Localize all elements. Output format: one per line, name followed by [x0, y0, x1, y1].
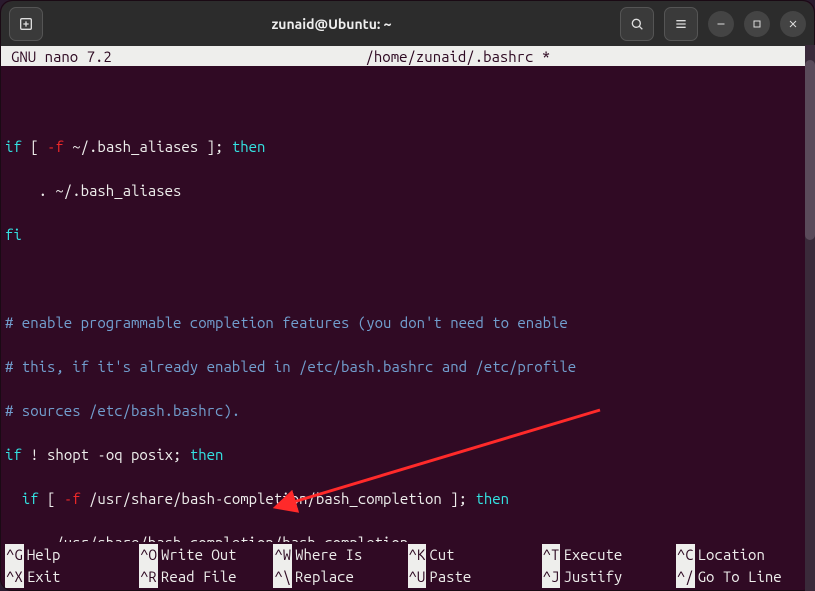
shortcut-paste: ^U Paste [408, 566, 542, 588]
nano-shortcut-bar: ^G Help ^O Write Out ^W Where Is ^K Cut … [1, 542, 814, 590]
shortcut-gotoline: ^/ Go To Line [676, 566, 810, 588]
shortcut-readfile: ^R Read File [139, 566, 273, 588]
new-tab-button[interactable] [9, 7, 43, 41]
code-line: # sources /etc/bash.bashrc). [5, 400, 810, 422]
close-icon [787, 18, 799, 30]
minimize-button[interactable] [708, 11, 734, 37]
shortcut-justify: ^J Justify [542, 566, 676, 588]
shortcut-exit: ^X Exit [5, 566, 139, 588]
code-line: if [ -f ~/.bash_aliases ]; then [5, 136, 810, 158]
minimize-icon [715, 18, 727, 30]
code-line: if ! shopt -oq posix; then [5, 444, 810, 466]
shortcut-execute: ^T Execute [542, 544, 676, 566]
close-button[interactable] [780, 11, 806, 37]
shortcut-replace: ^\ Replace [273, 566, 407, 588]
nano-header-bar: GNU nano 7.2 /home/zunaid/.bashrc * [1, 46, 814, 66]
code-line: # this, if it's already enabled in /etc/… [5, 356, 810, 378]
code-line: fi [5, 224, 810, 246]
shortcut-location: ^C Location [676, 544, 810, 566]
nano-filepath: /home/zunaid/.bashrc * [112, 48, 804, 65]
nano-version: GNU nano 7.2 [11, 48, 112, 65]
scrollbar[interactable] [805, 45, 815, 591]
search-button[interactable] [620, 7, 654, 41]
terminal-window: zunaid@Ubuntu: ~ GNU nano 7.2 /home/zuna… [0, 0, 815, 591]
menu-button[interactable] [664, 7, 698, 41]
maximize-button[interactable] [744, 11, 770, 37]
editor-content[interactable]: if [ -f ~/.bash_aliases ]; then . ~/.bas… [1, 66, 814, 542]
hamburger-icon [673, 16, 689, 32]
shortcut-help: ^G Help [5, 544, 139, 566]
new-tab-icon [18, 16, 34, 32]
titlebar: zunaid@Ubuntu: ~ [1, 1, 814, 46]
code-line: . /usr/share/bash-completion/bash_comple… [5, 532, 810, 542]
scrollbar-thumb[interactable] [805, 60, 815, 240]
code-line: . ~/.bash_aliases [5, 180, 810, 202]
maximize-icon [751, 18, 763, 30]
shortcut-whereis: ^W Where Is [273, 544, 407, 566]
window-title: zunaid@Ubuntu: ~ [47, 16, 616, 32]
code-line: if [ -f /usr/share/bash-completion/bash_… [5, 488, 810, 510]
shortcut-writeout: ^O Write Out [139, 544, 273, 566]
shortcut-cut: ^K Cut [408, 544, 542, 566]
search-icon [629, 16, 645, 32]
code-line: # enable programmable completion feature… [5, 312, 810, 334]
